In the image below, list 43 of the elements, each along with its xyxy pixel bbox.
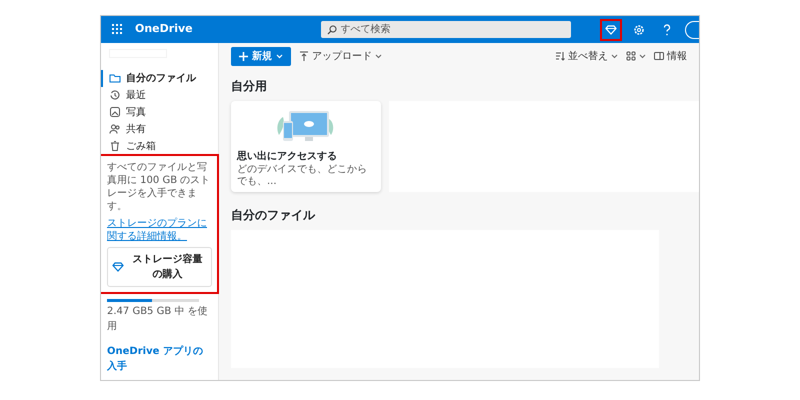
plan-details-link[interactable]: ストレージのプランに関する詳細情報。 [107, 216, 212, 243]
premium-button[interactable] [601, 20, 621, 40]
people-icon [109, 123, 121, 136]
help-icon [662, 24, 672, 36]
buy-storage-button[interactable]: ストレージ容量の購入 [107, 246, 212, 287]
folder-icon [109, 72, 121, 84]
diamond-icon [605, 24, 617, 36]
chevron-icon [639, 54, 646, 58]
info-button[interactable]: 情報 [654, 48, 687, 64]
plus-icon [239, 52, 248, 60]
trash-icon [109, 140, 121, 152]
settings-icon [633, 24, 645, 36]
app-name: OneDrive [135, 21, 193, 38]
nav-item[interactable]: 最近 [101, 86, 218, 104]
panel-icon [654, 51, 664, 61]
storage-usage-text: 2.47 GB5 GB 中 を使用 [106, 304, 209, 334]
diamond-icon [112, 260, 124, 273]
section-heading: 自分のファイル [231, 207, 316, 224]
upload-button[interactable]: アップロード [299, 48, 382, 64]
nav-item[interactable]: 共有 [101, 120, 218, 138]
chevron-icon [276, 54, 283, 58]
sort-icon [555, 51, 565, 61]
avatar[interactable] [685, 20, 699, 38]
section-heading: 自分用 [231, 78, 268, 95]
grid-icon [110, 23, 124, 36]
image-icon [109, 106, 121, 118]
chevron-icon [375, 54, 382, 58]
view-button[interactable] [626, 51, 646, 61]
chevron-icon [611, 54, 618, 58]
nav-item[interactable]: 写真 [101, 104, 218, 121]
nav-item[interactable]: ごみ箱 [101, 138, 218, 155]
card-title: 思い出にアクセスする [237, 150, 338, 164]
card-subtitle: どのデバイスでも、どこからでも、... [237, 164, 368, 188]
new-button[interactable]: 新規 [231, 46, 291, 66]
promo-card[interactable]: 思い出にアクセスする どのデバイスでも、どこからでも、... [231, 101, 381, 192]
search-field[interactable]: すべて検索 [320, 21, 571, 38]
sort-button[interactable]: 並べ替え [555, 48, 618, 64]
history-icon [109, 89, 121, 102]
promo-text: すべてのファイルと写真用に 100 GB のストレージを入手できます。 [107, 160, 212, 213]
grid-icon [626, 51, 636, 61]
upload-icon [299, 51, 309, 61]
get-app-link[interactable]: OneDrive アプリの入手 [101, 344, 218, 374]
search-icon [326, 25, 337, 35]
